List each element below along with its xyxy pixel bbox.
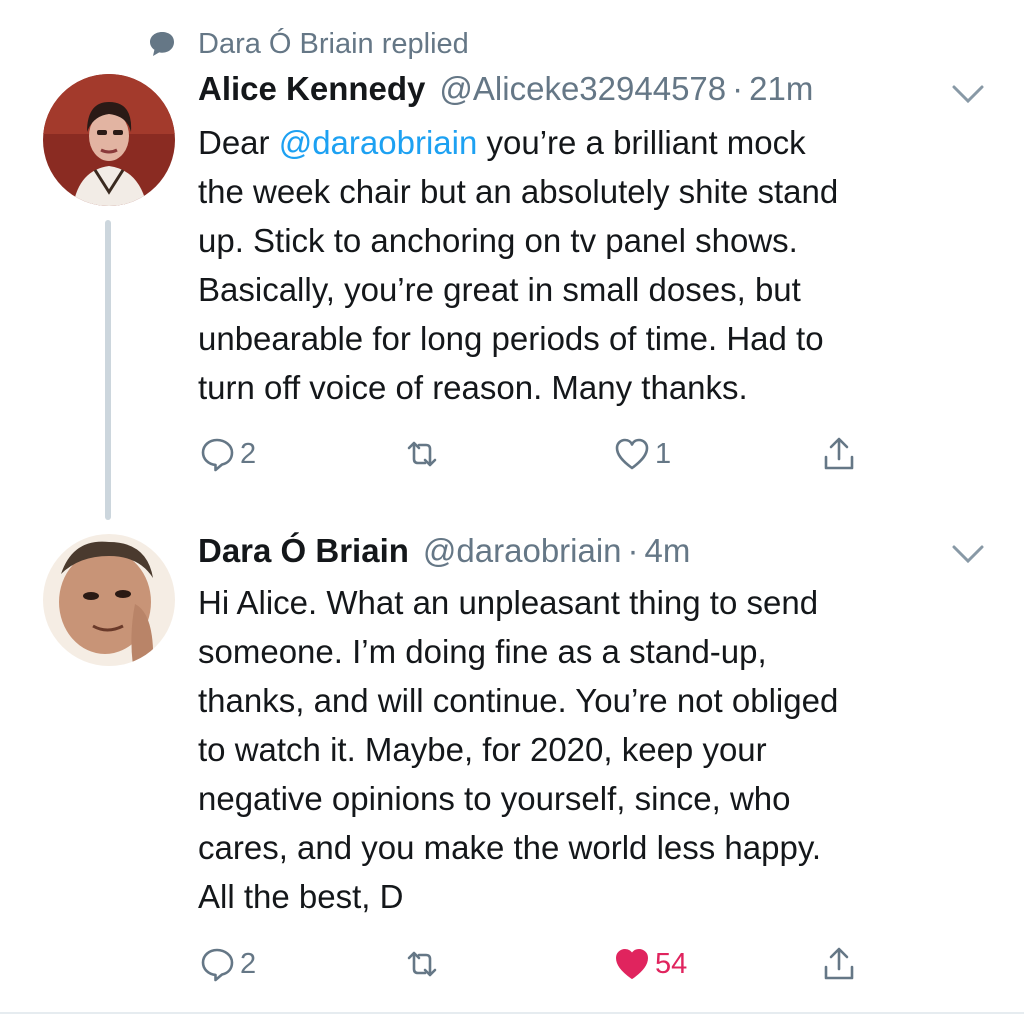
reply-button[interactable]: 2 bbox=[198, 942, 256, 986]
share-icon bbox=[824, 947, 854, 980]
retweet-icon bbox=[407, 441, 437, 467]
heart-filled-icon bbox=[616, 949, 648, 979]
share-button[interactable] bbox=[820, 942, 858, 986]
display-name[interactable]: Alice Kennedy bbox=[198, 70, 425, 108]
reply-context-text: Dara Ó Briain replied bbox=[198, 27, 469, 60]
reply-context: Dara Ó Briain replied bbox=[146, 24, 469, 64]
display-name[interactable]: Dara Ó Briain bbox=[198, 532, 409, 570]
share-button[interactable] bbox=[820, 432, 858, 476]
avatar[interactable] bbox=[43, 74, 175, 206]
user-handle[interactable]: @Aliceke32944578 bbox=[439, 70, 726, 108]
user-handle[interactable]: @daraobriain bbox=[423, 532, 622, 570]
separator-dot: · bbox=[732, 70, 744, 107]
chevron-down-icon[interactable] bbox=[950, 82, 986, 106]
timestamp[interactable]: 4m bbox=[645, 532, 691, 570]
tweet-header: Alice Kennedy @Aliceke32944578 · 21m bbox=[198, 70, 813, 110]
tweet-header: Dara Ó Briain @daraobriain · 4m bbox=[198, 532, 690, 572]
heart-icon bbox=[615, 438, 649, 470]
tweet-text: Dear @daraobriain you’re a brilliant moc… bbox=[198, 118, 998, 412]
like-count: 1 bbox=[655, 437, 672, 470]
like-button[interactable]: 1 bbox=[613, 432, 671, 476]
retweet-button[interactable] bbox=[403, 432, 441, 476]
speech-bubble-icon bbox=[146, 28, 178, 60]
timestamp[interactable]: 21m bbox=[749, 70, 813, 108]
reply-count: 2 bbox=[240, 947, 257, 980]
avatar[interactable] bbox=[43, 534, 175, 666]
thread-connector bbox=[105, 220, 111, 520]
like-button[interactable]: 54 bbox=[613, 942, 687, 986]
tweet-actions: 2 1 bbox=[198, 432, 898, 476]
retweet-icon bbox=[407, 951, 437, 977]
retweet-button[interactable] bbox=[403, 942, 441, 986]
like-count: 54 bbox=[655, 947, 688, 980]
share-icon bbox=[824, 437, 854, 470]
reply-button[interactable]: 2 bbox=[198, 432, 256, 476]
divider bbox=[0, 1012, 1024, 1014]
separator-dot: · bbox=[627, 532, 639, 569]
reply-icon bbox=[201, 438, 234, 472]
tweet-text-rest: you’re a brilliant mock the week chair b… bbox=[198, 124, 839, 406]
mention-link[interactable]: @daraobriain bbox=[279, 124, 478, 161]
tweet-text: Hi Alice. What an unpleasant thing to se… bbox=[198, 584, 839, 915]
tweet-text-prefix: Dear bbox=[198, 124, 279, 161]
reply-icon bbox=[201, 948, 234, 982]
reply-count: 2 bbox=[240, 437, 257, 470]
tweet-actions: 2 54 bbox=[198, 942, 898, 986]
chevron-down-icon[interactable] bbox=[950, 542, 986, 566]
